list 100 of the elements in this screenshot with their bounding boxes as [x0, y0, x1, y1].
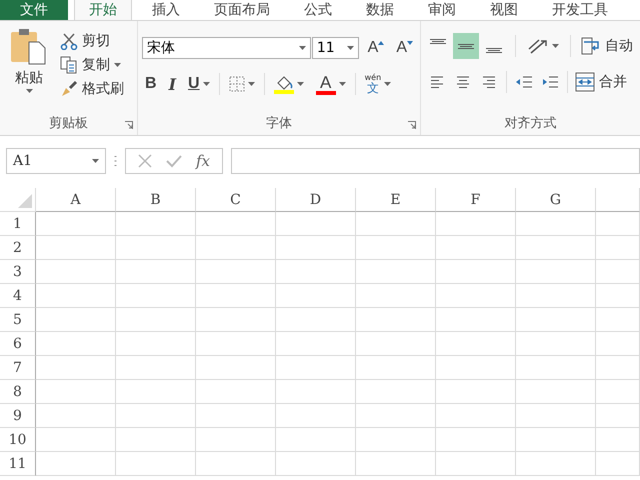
- ribbon-tab[interactable]: 文件: [0, 0, 68, 20]
- column-header[interactable]: D: [276, 188, 356, 212]
- sheet-cell[interactable]: [116, 308, 196, 332]
- sheet-cell[interactable]: [596, 260, 640, 284]
- sheet-cell[interactable]: [516, 380, 596, 404]
- copy-button[interactable]: 复制: [58, 55, 126, 75]
- phonetic-button[interactable]: wén 文: [362, 72, 394, 96]
- sheet-cell[interactable]: [356, 452, 436, 476]
- sheet-cell[interactable]: [516, 212, 596, 236]
- caret-icon[interactable]: [338, 82, 346, 86]
- sheet-cell[interactable]: [196, 260, 276, 284]
- sheet-cell[interactable]: [596, 212, 640, 236]
- caret-icon[interactable]: [248, 82, 255, 86]
- merge-button[interactable]: 合并: [573, 71, 629, 93]
- sheet-cell[interactable]: [36, 284, 116, 308]
- sheet-cell[interactable]: [436, 212, 516, 236]
- column-header[interactable]: G: [516, 188, 596, 212]
- sheet-cell[interactable]: [36, 452, 116, 476]
- sheet-cell[interactable]: [36, 212, 116, 236]
- sheet-cell[interactable]: [356, 236, 436, 260]
- sheet-cell[interactable]: [356, 308, 436, 332]
- sheet-cell[interactable]: [196, 356, 276, 380]
- column-header[interactable]: E: [356, 188, 436, 212]
- ribbon-tab[interactable]: 视图: [476, 0, 532, 20]
- close-icon[interactable]: [138, 154, 152, 168]
- sheet-cell[interactable]: [356, 356, 436, 380]
- sheet-cell[interactable]: [276, 308, 356, 332]
- sheet-cell[interactable]: [276, 236, 356, 260]
- sheet-cell[interactable]: [356, 260, 436, 284]
- sheet-cell[interactable]: [596, 356, 640, 380]
- formula-input[interactable]: [231, 148, 640, 174]
- sheet-cell[interactable]: [516, 308, 596, 332]
- caret-icon[interactable]: [346, 46, 354, 50]
- sheet-cell[interactable]: [356, 380, 436, 404]
- sheet-cell[interactable]: [356, 404, 436, 428]
- name-box[interactable]: A1: [6, 148, 106, 174]
- sheet-cell[interactable]: [36, 236, 116, 260]
- font-name-field[interactable]: 宋体: [142, 37, 311, 59]
- sheet-cell[interactable]: [116, 404, 196, 428]
- sheet-cell[interactable]: [196, 236, 276, 260]
- sheet-cell[interactable]: [36, 308, 116, 332]
- sheet-cell[interactable]: [596, 308, 640, 332]
- sheet-cell[interactable]: [436, 404, 516, 428]
- bold-button[interactable]: B: [142, 72, 160, 96]
- ribbon-tab[interactable]: 数据: [352, 0, 408, 20]
- sheet-cell[interactable]: [196, 404, 276, 428]
- sheet-cell[interactable]: [356, 212, 436, 236]
- sheet-cell[interactable]: [436, 332, 516, 356]
- sheet-cell[interactable]: [516, 404, 596, 428]
- sheet-cell[interactable]: [276, 380, 356, 404]
- sheet-cell[interactable]: [516, 236, 596, 260]
- caret-icon[interactable]: [296, 82, 304, 86]
- underline-button[interactable]: U: [185, 72, 213, 96]
- sheet-cell[interactable]: [596, 284, 640, 308]
- paste-button[interactable]: 粘贴: [4, 27, 54, 113]
- sheet-cell[interactable]: [516, 428, 596, 452]
- sheet-cell[interactable]: [276, 212, 356, 236]
- sheet-cell[interactable]: [116, 260, 196, 284]
- row-header[interactable]: 1: [0, 212, 36, 236]
- row-header[interactable]: 6: [0, 332, 36, 356]
- row-header[interactable]: 2: [0, 236, 36, 260]
- sheet-cell[interactable]: [356, 428, 436, 452]
- sheet-cell[interactable]: [116, 452, 196, 476]
- row-header[interactable]: 7: [0, 356, 36, 380]
- sheet-cell[interactable]: [436, 260, 516, 284]
- sheet-cell[interactable]: [196, 428, 276, 452]
- ribbon-tab[interactable]: 页面布局: [200, 0, 284, 20]
- sheet-cell[interactable]: [276, 332, 356, 356]
- sheet-cell[interactable]: [516, 332, 596, 356]
- row-header[interactable]: 10: [0, 428, 36, 452]
- sheet-cell[interactable]: [516, 356, 596, 380]
- sheet-cell[interactable]: [36, 404, 116, 428]
- sheet-cell[interactable]: [436, 428, 516, 452]
- sheet-cell[interactable]: [196, 212, 276, 236]
- sheet-cell[interactable]: [436, 356, 516, 380]
- grow-font-button[interactable]: A: [364, 36, 388, 60]
- sheet-cell[interactable]: [196, 308, 276, 332]
- sheet-cell[interactable]: [516, 452, 596, 476]
- sheet-cell[interactable]: [36, 428, 116, 452]
- sheet-cell[interactable]: [596, 380, 640, 404]
- cut-button[interactable]: 剪切: [58, 31, 126, 51]
- column-header[interactable]: C: [196, 188, 276, 212]
- sheet-cell[interactable]: [196, 380, 276, 404]
- sheet-cell[interactable]: [436, 308, 516, 332]
- sheet-cell[interactable]: [196, 284, 276, 308]
- sheet-cell[interactable]: [116, 284, 196, 308]
- sheet-cell[interactable]: [596, 428, 640, 452]
- dialog-launcher-icon[interactable]: [408, 121, 416, 129]
- sheet-cell[interactable]: [36, 260, 116, 284]
- ribbon-tab[interactable]: 开始: [74, 0, 132, 20]
- sheet-cell[interactable]: [436, 284, 516, 308]
- dialog-launcher-icon[interactable]: [125, 121, 133, 129]
- sheet-cell[interactable]: [276, 356, 356, 380]
- font-size-field[interactable]: 11: [312, 37, 359, 59]
- ribbon-tab[interactable]: 公式: [290, 0, 346, 20]
- caret-icon[interactable]: [202, 82, 210, 86]
- sheet-cell[interactable]: [36, 356, 116, 380]
- caret-icon[interactable]: [552, 44, 559, 48]
- ribbon-tab[interactable]: 插入: [138, 0, 194, 20]
- caret-icon[interactable]: [92, 159, 99, 163]
